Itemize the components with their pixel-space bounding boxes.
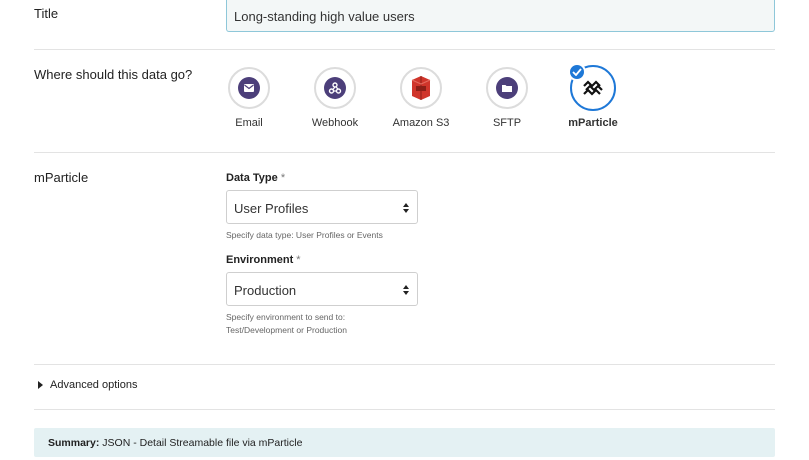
- select-arrows-icon: [403, 203, 409, 213]
- advanced-options-label: Advanced options: [50, 379, 138, 391]
- data-type-help: Specify data type: User Profiles or Even…: [226, 230, 383, 240]
- title-input[interactable]: Long-standing high value users: [226, 0, 775, 32]
- advanced-options-toggle[interactable]: Advanced options: [38, 379, 137, 391]
- data-type-select[interactable]: User Profiles: [226, 190, 418, 224]
- destination-mparticle-label: mParticle: [568, 117, 618, 129]
- required-marker: *: [296, 254, 301, 266]
- folder-icon: [486, 67, 528, 109]
- environment-value: Production: [234, 283, 297, 298]
- mparticle-section-label: mParticle: [34, 170, 89, 185]
- summary-text: JSON - Detail Streamable file via mParti…: [102, 437, 303, 449]
- destination-sftp[interactable]: SFTP: [475, 67, 539, 129]
- environment-select[interactable]: Production: [226, 272, 418, 306]
- amazon-s3-icon: [400, 67, 442, 109]
- destination-label: Where should this data go?: [34, 67, 193, 82]
- webhook-icon: [314, 67, 356, 109]
- divider: [34, 409, 775, 410]
- environment-label: Environment *: [226, 254, 301, 266]
- title-label: Title: [34, 6, 59, 21]
- divider: [34, 152, 775, 153]
- destination-amazon-s3-label: Amazon S3: [392, 117, 450, 129]
- summary-bar: Summary: JSON - Detail Streamable file v…: [34, 428, 775, 457]
- destination-webhook-label: Webhook: [311, 117, 359, 129]
- destination-email-label: Email: [235, 117, 263, 129]
- data-type-value: User Profiles: [234, 201, 309, 216]
- checkmark-icon: [568, 63, 586, 81]
- data-type-label: Data Type *: [226, 172, 286, 184]
- destination-webhook[interactable]: Webhook: [303, 67, 367, 129]
- destination-sftp-label: SFTP: [492, 117, 522, 129]
- destination-amazon-s3[interactable]: Amazon S3: [389, 67, 453, 129]
- destination-mparticle[interactable]: mParticle: [561, 63, 625, 129]
- select-arrows-icon: [403, 285, 409, 295]
- caret-right-icon: [38, 381, 43, 389]
- divider: [34, 364, 775, 365]
- divider: [34, 49, 775, 50]
- summary-prefix: Summary:: [48, 437, 100, 449]
- destination-email[interactable]: Email: [217, 67, 281, 129]
- required-marker: *: [280, 172, 286, 184]
- email-icon: [228, 67, 270, 109]
- environment-help: Specify environment to send to: Test/Dev…: [226, 312, 347, 335]
